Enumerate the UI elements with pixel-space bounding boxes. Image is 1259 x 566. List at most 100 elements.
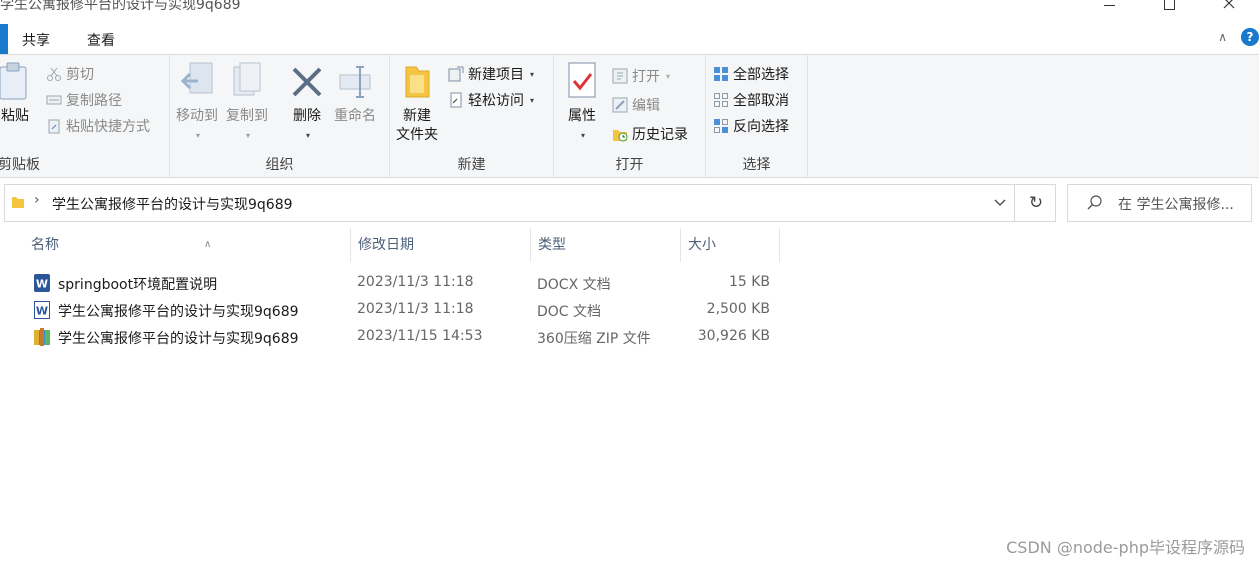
breadcrumb-path[interactable]: 学生公寓报修平台的设计与实现9q689 — [52, 194, 293, 214]
sort-ascending-icon: ∧ — [204, 239, 212, 250]
help-icon[interactable]: ? — [1241, 28, 1259, 46]
copy-path-button[interactable]: 复制路径 — [46, 90, 122, 110]
folder-icon — [12, 197, 24, 208]
delete-label: 删除 — [293, 108, 321, 124]
move-to-icon — [180, 61, 214, 101]
window-controls — [1079, 0, 1259, 14]
select-none-label: 全部取消 — [733, 93, 789, 109]
copy-path-label: 复制路径 — [66, 93, 122, 109]
word-doc-icon: W — [34, 301, 50, 319]
invert-selection-label: 反向选择 — [733, 119, 789, 135]
copy-to-label: 复制到 — [226, 108, 268, 124]
watermark: CSDN @node-php毕设程序源码 — [1006, 538, 1245, 557]
tab-share[interactable]: 共享 — [22, 30, 50, 50]
window-title: 学生公寓报修平台的设计与实现9q689 — [0, 0, 241, 13]
easy-access-label: 轻松访问 — [468, 93, 524, 109]
new-item-button[interactable]: 新建项目 ▾ — [448, 64, 534, 84]
collapse-ribbon-icon[interactable]: ∧ — [1218, 30, 1227, 44]
rename-button[interactable]: 重命名 — [334, 61, 376, 126]
file-type: DOC 文档 — [537, 304, 602, 320]
open-group-label: 打开 — [615, 157, 644, 173]
title-bar: 学生公寓报修平台的设计与实现9q689 — [0, 0, 1259, 22]
tab-view[interactable]: 查看 — [87, 30, 115, 50]
chevron-down-icon — [994, 199, 1005, 206]
delete-button[interactable]: 删除 ▾ — [290, 61, 324, 145]
maximize-button[interactable] — [1139, 0, 1199, 14]
easy-access-button[interactable]: 轻松访问 ▾ — [448, 90, 534, 110]
clipboard-icon — [0, 61, 32, 101]
file-row[interactable]: 学生公寓报修平台的设计与实现9q689 2023/11/15 14:53 360… — [28, 324, 788, 351]
ribbon: 粘贴 剪切 复制路径 粘贴快捷方式 剪贴板 移动到 ▾ 复制到 ▾ 删除 ▾ 重… — [0, 54, 1259, 178]
invert-selection-button[interactable]: 反向选择 — [713, 116, 789, 136]
paste-shortcut-label: 粘贴快捷方式 — [66, 119, 150, 135]
organize-group-label: 组织 — [265, 157, 294, 173]
word-docx-icon: W — [34, 274, 50, 292]
ribbon-tabs: 共享 查看 ∧ ? — [0, 22, 1259, 54]
refresh-button[interactable]: ↻ — [1017, 185, 1055, 221]
select-all-button[interactable]: 全部选择 — [713, 64, 789, 84]
edit-button[interactable]: 编辑 — [612, 95, 660, 115]
address-history-dropdown[interactable] — [985, 185, 1015, 221]
paste-shortcut-icon — [46, 118, 62, 134]
column-header-date[interactable]: 修改日期 — [351, 228, 531, 262]
file-list: 名称 ∧ 修改日期 类型 大小 W springboot环境配置说明 2023/… — [0, 228, 1259, 566]
select-all-label: 全部选择 — [733, 67, 789, 83]
edit-label: 编辑 — [632, 98, 660, 114]
file-row[interactable]: W 学生公寓报修平台的设计与实现9q689 2023/11/3 11:18 DO… — [28, 297, 788, 324]
breadcrumb-chevron-icon[interactable]: › — [34, 192, 40, 208]
new-folder-button[interactable]: 新建 文件夹 — [396, 61, 438, 145]
file-size: 30,926 KB — [697, 328, 770, 344]
file-row[interactable]: W springboot环境配置说明 2023/11/3 11:18 DOCX … — [28, 270, 788, 297]
refresh-icon: ↻ — [1028, 193, 1044, 213]
rename-label: 重命名 — [334, 108, 376, 124]
properties-label: 属性 — [568, 108, 596, 124]
file-date: 2023/11/3 11:18 — [357, 274, 474, 290]
move-to-button[interactable]: 移动到 ▾ — [176, 61, 218, 145]
scissors-icon — [46, 66, 62, 82]
file-date: 2023/11/3 11:18 — [357, 301, 474, 317]
copy-to-icon — [230, 61, 264, 101]
rename-icon — [338, 61, 372, 101]
organize-group: 移动到 ▾ 复制到 ▾ 删除 ▾ 重命名 组织 — [170, 55, 390, 177]
column-header-size[interactable]: 大小 — [681, 228, 780, 262]
search-input[interactable]: 在 学生公寓报修... — [1067, 184, 1252, 222]
column-type-label: 类型 — [538, 237, 566, 253]
file-date: 2023/11/15 14:53 — [357, 328, 483, 344]
select-all-icon — [713, 66, 729, 82]
edit-icon — [612, 97, 628, 113]
column-header-type[interactable]: 类型 — [531, 228, 681, 262]
clipboard-group-label: 剪贴板 — [0, 157, 40, 173]
svg-text:W: W — [36, 305, 48, 318]
select-none-button[interactable]: 全部取消 — [713, 90, 789, 110]
new-item-label: 新建项目 — [468, 67, 524, 83]
close-button[interactable] — [1199, 0, 1259, 14]
properties-button[interactable]: 属性 ▾ — [565, 61, 599, 145]
file-size: 15 KB — [728, 274, 770, 290]
delete-x-icon — [290, 61, 324, 101]
minimize-icon — [1103, 4, 1115, 6]
minimize-button[interactable] — [1079, 0, 1139, 14]
column-header-name[interactable]: 名称 ∧ — [24, 228, 351, 262]
copy-path-icon — [46, 92, 62, 108]
new-group: 新建 文件夹 新建项目 ▾ 轻松访问 ▾ 新建 — [390, 55, 554, 177]
clipboard-group: 粘贴 剪切 复制路径 粘贴快捷方式 剪贴板 — [0, 55, 170, 177]
history-button[interactable]: 历史记录 — [612, 124, 688, 144]
address-bar[interactable]: › 学生公寓报修平台的设计与实现9q689 ↻ — [4, 184, 1056, 222]
new-group-label: 新建 — [457, 157, 486, 173]
folder-icon — [400, 61, 434, 101]
paste-button[interactable]: 粘贴 — [0, 61, 32, 126]
move-to-label: 移动到 — [176, 108, 218, 124]
file-type: 360压缩 ZIP 文件 — [537, 331, 651, 347]
close-icon — [1223, 0, 1235, 9]
open-button[interactable]: 打开 ▾ — [612, 66, 670, 86]
copy-to-button[interactable]: 复制到 ▾ — [226, 61, 268, 145]
paste-shortcut-button[interactable]: 粘贴快捷方式 — [46, 116, 150, 136]
file-size: 2,500 KB — [706, 301, 770, 317]
history-label: 历史记录 — [632, 127, 688, 143]
select-group-label: 选择 — [742, 157, 771, 173]
column-size-label: 大小 — [688, 237, 716, 253]
properties-checkmark-icon — [565, 61, 599, 101]
cut-button[interactable]: 剪切 — [46, 64, 94, 84]
invert-selection-icon — [713, 118, 729, 134]
tab-file[interactable] — [0, 24, 8, 54]
